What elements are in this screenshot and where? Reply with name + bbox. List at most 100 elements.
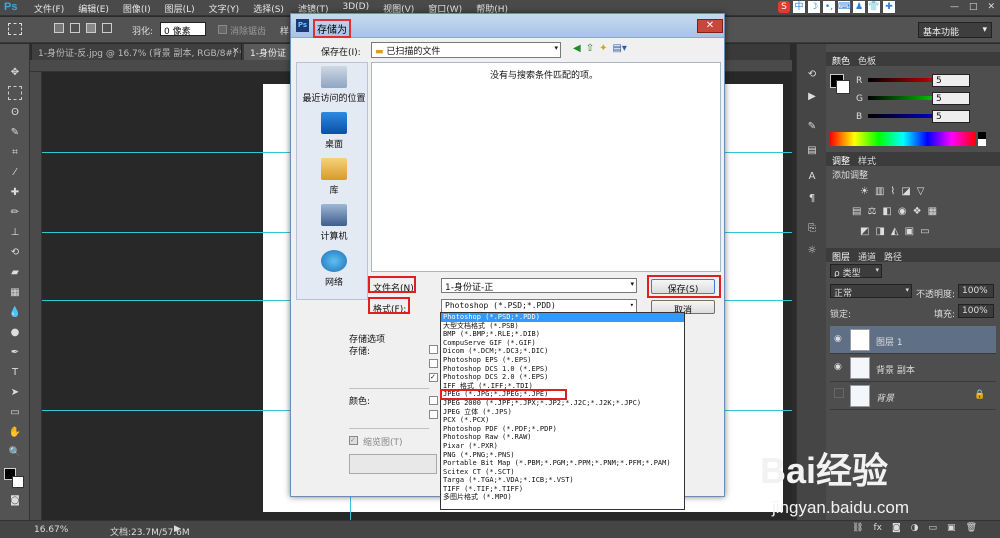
zoom-level[interactable]: 16.67% [34, 525, 68, 535]
pen-tool-icon[interactable]: ✒ [6, 346, 24, 360]
back-icon[interactable]: ◀ [573, 43, 581, 54]
view-menu-icon[interactable]: ▤▾ [612, 43, 626, 54]
format-option[interactable]: Photoshop EPS (*.EPS) [441, 356, 684, 365]
vibrance-icon[interactable]: ▽ [917, 186, 925, 197]
menu-select[interactable]: 选择(S) [253, 2, 284, 15]
menu-type[interactable]: 文字(Y) [209, 2, 240, 15]
blur-tool-icon[interactable]: 💧 [6, 306, 24, 320]
adjustment-icon[interactable]: ◑ [911, 523, 919, 533]
format-option[interactable]: Dicom (*.DCM;*.DC3;*.DIC) [441, 347, 684, 356]
channel-g-value[interactable]: 5 [932, 92, 970, 105]
tab-styles[interactable]: 样式 [858, 154, 876, 167]
layer-row[interactable]: ◉ 图层 1 [830, 326, 996, 354]
moon-icon[interactable]: ☽ [808, 1, 820, 13]
color-option-checkbox[interactable] [429, 410, 438, 419]
spectrum-black[interactable] [978, 132, 986, 139]
chinese-mode-icon[interactable]: 中 [793, 1, 805, 13]
actions-panel-icon[interactable]: ▶ [805, 90, 819, 104]
folder-icon[interactable]: ▭ [929, 523, 938, 533]
storage-option-checkbox[interactable] [429, 345, 438, 354]
trash-icon[interactable]: 🗑 [966, 523, 977, 533]
format-option[interactable]: BMP (*.BMP;*.RLE;*.DIB) [441, 330, 684, 339]
format-option[interactable]: Pixar (*.PXR) [441, 442, 684, 451]
add-selection-icon[interactable] [70, 23, 80, 33]
visibility-toggle[interactable] [834, 388, 844, 398]
file-list[interactable]: 没有与搜索条件匹配的项。 [371, 62, 721, 272]
character-panel-icon[interactable]: A [805, 170, 819, 184]
type-tool-icon[interactable]: T [6, 366, 24, 380]
format-option[interactable]: CompuServe GIF (*.GIF) [441, 339, 684, 348]
up-folder-icon[interactable]: ⇧ [586, 43, 594, 54]
place-library[interactable]: 库 [299, 158, 369, 196]
exposure-icon[interactable]: ◪ [901, 186, 910, 197]
brightness-icon[interactable]: ☀ [860, 186, 869, 197]
eyedropper-tool-icon[interactable]: ⁄ [6, 166, 24, 180]
format-option[interactable]: 多图片格式 (*.MPO) [441, 493, 684, 502]
format-option[interactable]: IFF 格式 (*.IFF;*.TDI) [441, 382, 684, 391]
channel-r-value[interactable]: 5 [932, 74, 970, 87]
background-color-swatch[interactable] [12, 476, 24, 488]
eye-icon[interactable]: ◉ [834, 334, 842, 344]
filename-input[interactable]: 1-身份证-正 ▾ [441, 278, 637, 293]
new-folder-icon[interactable]: ✦ [599, 43, 607, 54]
gradient-map-icon[interactable]: ▭ [920, 226, 929, 237]
color-option-checkbox[interactable] [429, 396, 438, 405]
punctuation-icon[interactable]: •, [823, 1, 835, 13]
lookup-icon[interactable]: ▦ [928, 206, 937, 217]
subtract-selection-icon[interactable] [86, 23, 96, 33]
skin-icon[interactable]: 👕 [868, 1, 880, 13]
storage-option-checkbox[interactable]: ✓ [429, 373, 438, 382]
stamp-tool-icon[interactable]: ⊥ [6, 226, 24, 240]
dialog-titlebar[interactable]: Ps 存储为 [291, 14, 724, 38]
layer-row[interactable]: 背景 🔒 [830, 382, 996, 410]
shape-tool-icon[interactable]: ▭ [6, 406, 24, 420]
marquee-tool-icon[interactable] [8, 23, 22, 35]
hand-tool-icon[interactable]: ✋ [6, 426, 24, 440]
tab-layers[interactable]: 图层 [832, 250, 850, 263]
menu-file[interactable]: 文件(F) [34, 2, 64, 15]
dodge-tool-icon[interactable]: ● [6, 326, 24, 340]
photo-filter-icon[interactable]: ◉ [898, 206, 907, 217]
workspace-select[interactable]: 基本功能 ▾ [918, 22, 992, 38]
spectrum-white[interactable] [978, 139, 986, 146]
format-option[interactable]: Photoshop DCS 2.0 (*.EPS) [441, 373, 684, 382]
maximize-icon[interactable]: □ [969, 2, 978, 12]
quick-select-tool-icon[interactable]: ✎ [6, 126, 24, 140]
eye-icon[interactable]: ◉ [834, 362, 842, 372]
fx-icon[interactable]: fx [873, 523, 882, 533]
new-selection-icon[interactable] [54, 23, 64, 33]
place-computer[interactable]: 计算机 [299, 204, 369, 242]
layer-row[interactable]: ◉ 背景 副本 [830, 354, 996, 382]
tab-close-icon[interactable]: × [232, 46, 240, 56]
format-option[interactable]: JPEG 2000 (*.JPF;*.JPX;*.JP2;*.J2C;*.J2K… [441, 399, 684, 408]
status-arrow-icon[interactable]: ▶ [174, 524, 181, 534]
place-recent[interactable]: 最近访问的位置 [299, 66, 369, 104]
format-option[interactable]: PCX (*.PCX) [441, 416, 684, 425]
antialias-checkbox[interactable] [218, 25, 227, 34]
format-option[interactable]: Photoshop DCS 1.0 (*.EPS) [441, 365, 684, 374]
curves-icon[interactable]: ⌇ [890, 186, 895, 197]
color-spectrum[interactable] [830, 132, 976, 146]
tab-channels[interactable]: 通道 [858, 250, 876, 263]
opacity-input[interactable]: 100% [958, 284, 994, 298]
format-option[interactable]: Scitex CT (*.SCT) [441, 468, 684, 477]
tools-icon[interactable]: ✚ [883, 1, 895, 13]
gradient-tool-icon[interactable]: ▦ [6, 286, 24, 300]
close-icon[interactable]: ✕ [988, 2, 996, 12]
dialog-close-button[interactable]: ✕ [697, 19, 723, 33]
channel-b-value[interactable]: 5 [932, 110, 970, 123]
history-panel-icon[interactable]: ⟲ [805, 68, 819, 82]
marquee-tool-icon[interactable] [8, 86, 22, 100]
healing-tool-icon[interactable]: ✚ [6, 186, 24, 200]
format-option[interactable]: 大型文档格式 (*.PSB) [441, 322, 684, 331]
brush-tool-icon[interactable]: ✏ [6, 206, 24, 220]
tab-color[interactable]: 颜色 [832, 54, 850, 67]
balance-icon[interactable]: ⚖ [867, 206, 876, 217]
format-option[interactable]: Photoshop PDF (*.PDF;*.PDP) [441, 425, 684, 434]
quick-mask-icon[interactable]: ◙ [6, 494, 24, 508]
paragraph-panel-icon[interactable]: ¶ [805, 192, 819, 206]
storage-option-checkbox[interactable] [429, 359, 438, 368]
menu-image[interactable]: 图像(I) [123, 2, 151, 15]
bw-icon[interactable]: ◧ [882, 206, 891, 217]
menu-layer[interactable]: 图层(L) [165, 2, 195, 15]
